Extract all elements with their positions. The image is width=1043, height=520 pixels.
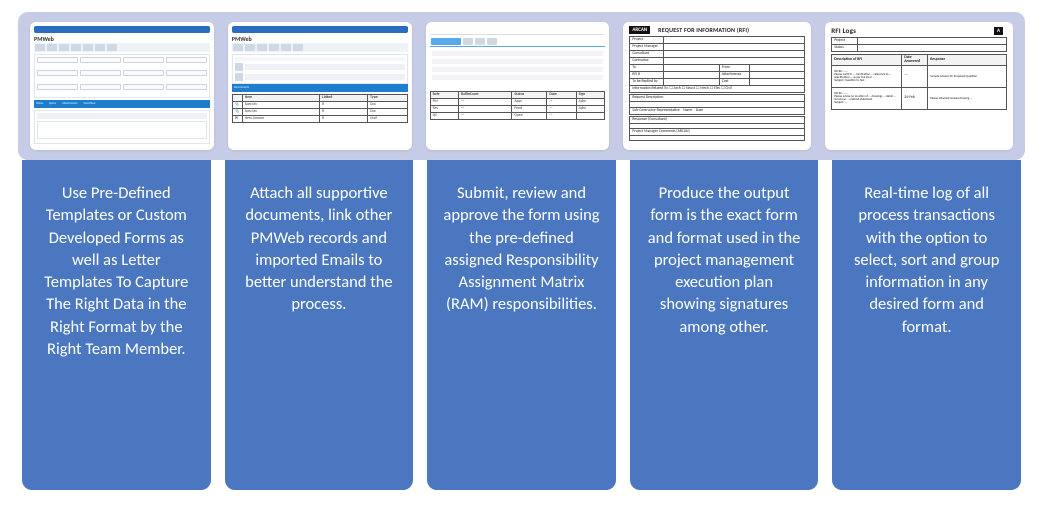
caption-step-1: Use Pre-Defined Templates or Custom Deve… bbox=[22, 160, 211, 490]
doc-logo: A bbox=[994, 27, 1003, 35]
caption-text: Use Pre-Defined Templates or Custom Deve… bbox=[38, 182, 195, 360]
smartart-process-diagram: PMWeb NotesSpecsAttachmentsWorkflow PMWe… bbox=[18, 12, 1025, 502]
doc-title: REQUEST FOR INFORMATION (RFI) bbox=[658, 26, 749, 34]
caption-text: Submit, review and approve the form usin… bbox=[443, 182, 600, 316]
doc-title: RFI Logs bbox=[831, 26, 856, 35]
app-name: PMWeb bbox=[232, 35, 408, 43]
caption-step-4: Produce the output form is the exact for… bbox=[630, 160, 819, 490]
thumbnail-attachments: PMWeb Attachments ItemLinkedType 📎SpecSe… bbox=[228, 22, 412, 150]
caption-text: Produce the output form is the exact for… bbox=[646, 182, 803, 338]
caption-text: Real-time log of all process transaction… bbox=[848, 182, 1005, 338]
caption-step-5: Real-time log of all process transaction… bbox=[832, 160, 1021, 490]
caption-step-3: Submit, review and approve the form usin… bbox=[427, 160, 616, 490]
thumbnail-form-template: PMWeb NotesSpecsAttachmentsWorkflow bbox=[30, 22, 214, 150]
doc-logo: ARCAN bbox=[629, 26, 650, 34]
thumbnail-row: PMWeb NotesSpecsAttachmentsWorkflow PMWe… bbox=[18, 12, 1025, 160]
caption-row: Use Pre-Defined Templates or Custom Deve… bbox=[18, 160, 1025, 490]
thumbnail-log-report: RFI Logs A Project Status Description of… bbox=[825, 22, 1013, 150]
caption-text: Attach all supportive documents, link ot… bbox=[241, 182, 398, 316]
thumbnail-workflow: RoleBallInCourtStatusDateSign PM—Appr—Ad… bbox=[426, 22, 610, 150]
app-name: PMWeb bbox=[34, 35, 210, 43]
thumbnail-output-form: ARCAN REQUEST FOR INFORMATION (RFI) Proj… bbox=[623, 22, 811, 150]
caption-step-2: Attach all supportive documents, link ot… bbox=[225, 160, 414, 490]
